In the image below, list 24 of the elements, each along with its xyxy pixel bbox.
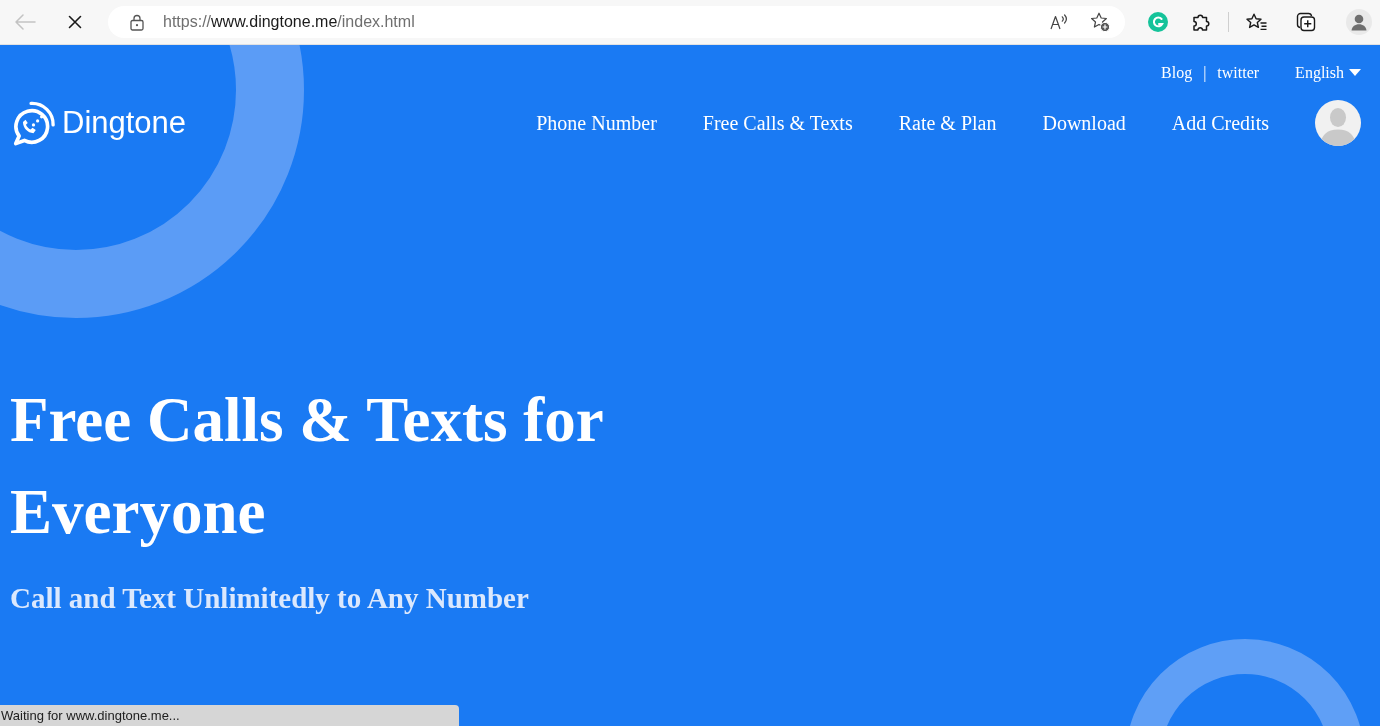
language-dropdown[interactable]: English	[1295, 62, 1361, 84]
nav-link[interactable]: Rate & Plan	[898, 110, 997, 136]
link-separator: |	[1203, 63, 1207, 84]
hero-title: Free Calls & Texts for Everyone	[10, 384, 604, 549]
nav-link[interactable]: Download	[1042, 110, 1126, 136]
caret-down-icon	[1349, 68, 1361, 76]
stacked-plus-icon[interactable]	[1296, 12, 1316, 32]
nav-link[interactable]: Phone Number	[536, 110, 657, 136]
avatar-icon[interactable]	[1315, 100, 1361, 146]
close-icon[interactable]	[68, 15, 82, 29]
header-link[interactable]: Blog	[1161, 62, 1193, 84]
star-plus-icon[interactable]	[1090, 12, 1110, 32]
read-aloud-icon[interactable]	[1050, 14, 1069, 30]
hero-subtitle: Call and Text Unlimitedly to Any Number	[10, 581, 530, 616]
nav-link[interactable]: Add Credits	[1171, 110, 1269, 136]
logo-link[interactable]: Dingtone	[10, 100, 187, 146]
header-link[interactable]: twitter	[1217, 62, 1260, 84]
address-bar[interactable]: https://www.dingtone.me/index.html	[108, 6, 1125, 38]
star-list-icon[interactable]	[1246, 12, 1267, 32]
nav-link[interactable]: Free Calls & Texts	[702, 110, 853, 136]
lock-icon[interactable]	[130, 13, 144, 31]
status-bar: Waiting for www.dingtone.me...	[0, 705, 459, 726]
profile-icon[interactable]	[1346, 9, 1372, 35]
puzzle-icon[interactable]	[1191, 12, 1211, 32]
